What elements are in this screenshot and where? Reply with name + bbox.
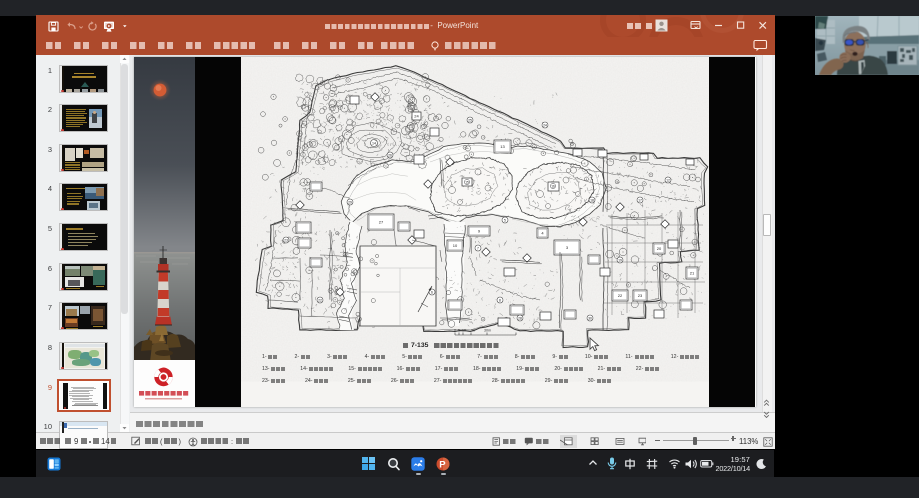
- svg-text:13: 13: [500, 144, 505, 149]
- svg-text:17: 17: [638, 198, 642, 202]
- svg-text:25: 25: [468, 118, 472, 122]
- svg-text:22: 22: [618, 293, 623, 298]
- svg-text:15: 15: [465, 180, 469, 184]
- svg-text:22: 22: [318, 298, 322, 302]
- svg-text:8: 8: [499, 298, 501, 302]
- svg-text:24: 24: [414, 114, 419, 119]
- svg-text:0 5 10 20 30m: 0 5 10 20 30m: [454, 329, 491, 333]
- svg-text:18: 18: [590, 198, 594, 202]
- svg-text:23: 23: [284, 238, 288, 242]
- svg-text:6: 6: [431, 290, 433, 294]
- svg-text:14: 14: [372, 142, 376, 146]
- svg-text:5: 5: [504, 218, 506, 222]
- svg-text:12: 12: [666, 178, 670, 182]
- svg-text:10: 10: [453, 243, 458, 248]
- svg-text:24: 24: [543, 123, 547, 127]
- svg-text:29: 29: [348, 200, 352, 204]
- svg-text:19: 19: [618, 258, 622, 262]
- svg-text:30: 30: [588, 316, 592, 320]
- svg-text:P: P: [439, 459, 446, 470]
- svg-text:23: 23: [638, 293, 643, 298]
- svg-text:26: 26: [388, 153, 392, 157]
- svg-text:21: 21: [690, 271, 695, 276]
- svg-text:20: 20: [657, 246, 662, 251]
- svg-text:28: 28: [518, 316, 522, 320]
- svg-text:16: 16: [551, 184, 555, 188]
- svg-text:7: 7: [477, 246, 479, 250]
- svg-text:27: 27: [379, 220, 384, 225]
